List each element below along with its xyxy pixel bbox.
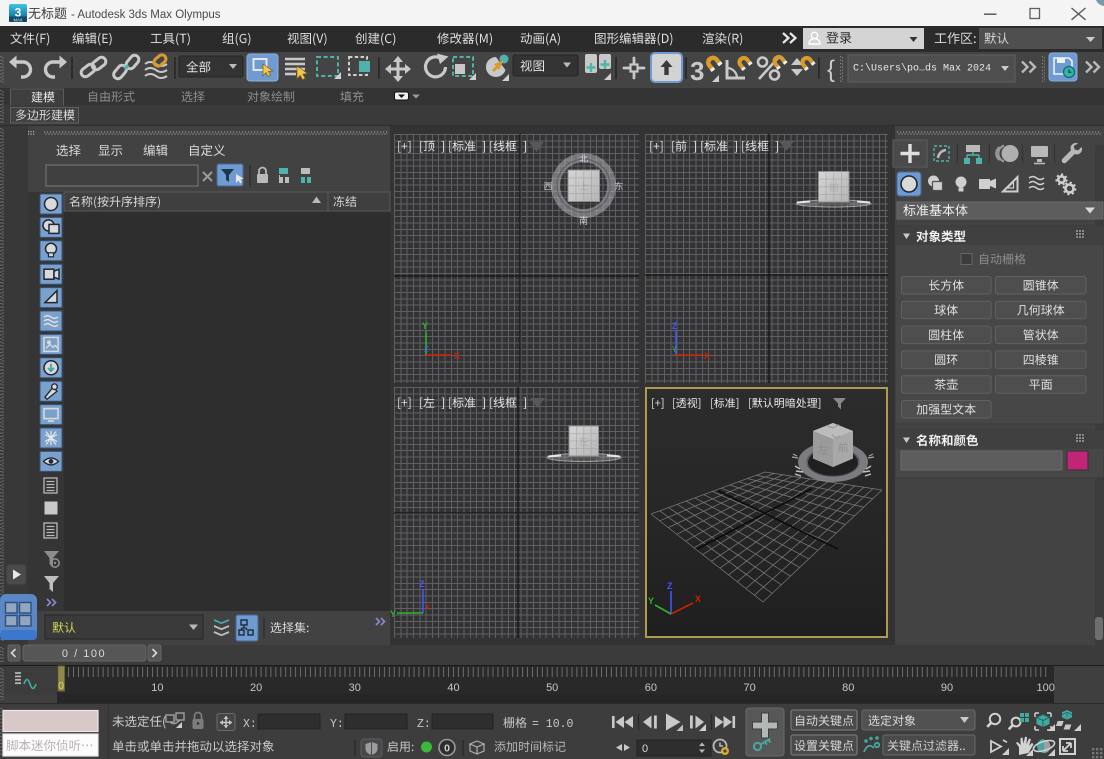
svg-text:60: 60 (645, 682, 657, 694)
svg-text:0 / 100: 0 / 100 (62, 648, 106, 660)
svg-text:20: 20 (250, 682, 262, 694)
svg-text:80: 80 (842, 682, 854, 694)
svg-text:X: X (454, 351, 460, 361)
svg-text:50: 50 (546, 682, 558, 694)
svg-text:X:: X: (243, 718, 257, 731)
svg-text:40: 40 (447, 682, 459, 694)
svg-text:Z:: Z: (417, 718, 431, 731)
svg-text:X: X (425, 603, 431, 612)
svg-text:Y:: Y: (330, 718, 344, 731)
svg-text:Y: Y (648, 596, 654, 606)
svg-text:0: 0 (58, 680, 64, 692)
svg-text:Y: Y (672, 345, 678, 354)
svg-text:- Autodesk 3ds Max Olympus: - Autodesk 3ds Max Olympus (71, 9, 221, 21)
svg-text:70: 70 (743, 682, 755, 694)
svg-text:0: 0 (444, 743, 450, 755)
svg-text:MAX: MAX (13, 18, 22, 23)
svg-text:10: 10 (151, 682, 163, 694)
svg-text:= 10.0: = 10.0 (532, 718, 574, 731)
svg-text:Z: Z (419, 579, 425, 589)
svg-text:Y: Y (422, 321, 428, 331)
svg-text:30: 30 (349, 682, 361, 694)
svg-text:90: 90 (941, 682, 953, 694)
svg-text:Z: Z (424, 345, 429, 354)
svg-text:X: X (695, 594, 701, 604)
svg-text:C:\Users\po…ds Max 2024: C:\Users\po…ds Max 2024 (853, 63, 991, 75)
svg-text:0: 0 (642, 743, 648, 755)
svg-text:Z: Z (667, 581, 673, 591)
svg-text:100: 100 (1037, 682, 1055, 694)
svg-text:Z: Z (672, 321, 678, 331)
svg-text:X: X (704, 351, 710, 361)
svg-text:Y: Y (390, 609, 396, 619)
